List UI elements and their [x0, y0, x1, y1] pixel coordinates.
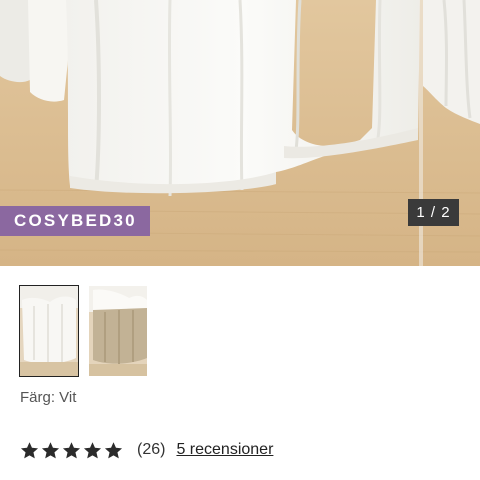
star-icon — [104, 441, 123, 458]
reviews-summary: (26) 5 recensioner — [20, 439, 273, 461]
thumbnail-white-image — [20, 286, 78, 376]
thumbnail-beige-image — [89, 286, 147, 376]
star-rating — [20, 441, 123, 460]
reviews-link[interactable]: 5 recensioner — [176, 441, 273, 459]
star-icon — [20, 441, 39, 458]
star-icon — [62, 441, 81, 458]
thumbnail-beige[interactable] — [89, 286, 147, 376]
star-icon — [83, 441, 102, 458]
promo-code-badge: COSYBED30 — [0, 206, 150, 236]
thumbnail-white[interactable] — [19, 285, 79, 377]
review-count: (26) — [137, 441, 166, 458]
star-icon — [41, 441, 60, 458]
product-image-main[interactable]: COSYBED30 1 / 2 — [0, 0, 480, 266]
image-pager-indicator: 1 / 2 — [408, 199, 459, 226]
selected-color-label: Färg: Vit — [20, 389, 77, 406]
thumbnail-strip — [19, 285, 147, 377]
